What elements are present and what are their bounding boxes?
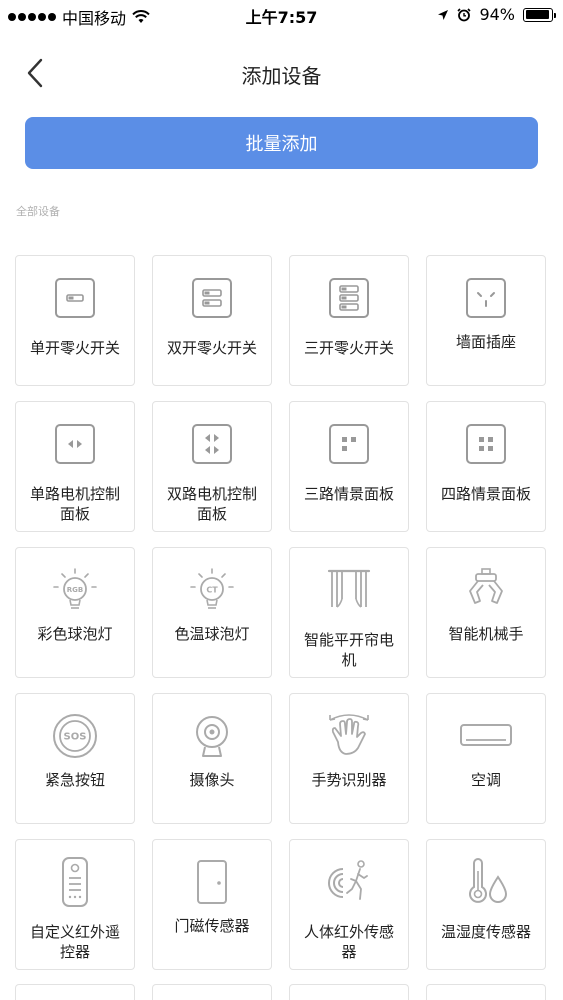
device-label: 单路电机控制面板 bbox=[29, 485, 120, 523]
device-label: 三开零火开关 bbox=[303, 339, 394, 357]
device-label: 双路电机控制面板 bbox=[166, 485, 257, 523]
device-card-robot-claw[interactable]: 智能机械手 bbox=[426, 547, 546, 678]
device-card-ir-remote[interactable]: 自定义红外遥控器 bbox=[15, 839, 135, 970]
four-scene-panel-icon bbox=[466, 424, 506, 464]
device-card-three-scene-panel[interactable]: 三路情景面板 bbox=[289, 401, 409, 532]
device-label: 双开零火开关 bbox=[166, 339, 257, 357]
device-card-air-conditioner[interactable]: 空调 bbox=[426, 693, 546, 824]
device-card-single-switch[interactable]: 单开零火开关 bbox=[15, 255, 135, 386]
device-card-camera[interactable]: 摄像头 bbox=[152, 693, 272, 824]
robot-claw-icon bbox=[469, 568, 503, 604]
battery-percent: 94% bbox=[479, 5, 515, 24]
gesture-sensor-icon bbox=[329, 714, 369, 755]
camera-icon bbox=[196, 716, 228, 757]
device-card-partial[interactable] bbox=[15, 984, 135, 1000]
device-card-wall-socket[interactable]: 墙面插座 bbox=[426, 255, 546, 386]
device-card-triple-switch[interactable]: 三开零火开关 bbox=[289, 255, 409, 386]
device-label: 门磁传感器 bbox=[174, 917, 250, 935]
device-label: 空调 bbox=[470, 771, 501, 789]
device-label: 人体红外传感器 bbox=[303, 923, 394, 961]
curtain-motor-icon bbox=[327, 569, 371, 608]
device-label: 智能机械手 bbox=[448, 625, 524, 643]
device-label: 色温球泡灯 bbox=[174, 625, 250, 643]
double-motor-panel-icon bbox=[192, 424, 232, 464]
device-label: 手势识别器 bbox=[311, 771, 387, 789]
device-card-rgb-bulb[interactable]: RGB 彩色球泡灯 bbox=[15, 547, 135, 678]
device-card-double-motor-panel[interactable]: 双路电机控制面板 bbox=[152, 401, 272, 532]
device-card-curtain-motor[interactable]: 智能平开帘电机 bbox=[289, 547, 409, 678]
device-card-single-motor-panel[interactable]: 单路电机控制面板 bbox=[15, 401, 135, 532]
device-label: 紧急按钮 bbox=[44, 771, 105, 789]
device-label: 单开零火开关 bbox=[29, 339, 120, 357]
device-card-double-switch[interactable]: 双开零火开关 bbox=[152, 255, 272, 386]
battery-icon bbox=[523, 7, 556, 22]
battery-level-fill bbox=[525, 10, 549, 19]
device-label: 智能平开帘电机 bbox=[303, 631, 394, 669]
device-label: 墙面插座 bbox=[455, 333, 516, 351]
device-grid-next-row bbox=[15, 984, 548, 1000]
svg-text:RGB: RGB bbox=[67, 586, 83, 594]
device-card-partial[interactable] bbox=[152, 984, 272, 1000]
svg-text:CT: CT bbox=[206, 586, 218, 595]
device-card-sos-button[interactable]: SOS 紧急按钮 bbox=[15, 693, 135, 824]
device-label: 四路情景面板 bbox=[440, 485, 531, 503]
device-label: 自定义红外遥控器 bbox=[29, 923, 120, 961]
single-motor-panel-icon bbox=[55, 424, 95, 464]
device-label: 温湿度传感器 bbox=[440, 923, 531, 941]
ct-bulb-icon: CT bbox=[190, 568, 234, 609]
double-switch-icon bbox=[192, 278, 232, 318]
rgb-bulb-icon: RGB bbox=[53, 568, 97, 609]
page-title: 添加设备 bbox=[241, 64, 322, 88]
single-switch-icon bbox=[55, 278, 95, 318]
svg-text:SOS: SOS bbox=[64, 732, 87, 743]
triple-switch-icon bbox=[329, 278, 369, 318]
device-label: 摄像头 bbox=[189, 771, 235, 789]
air-conditioner-icon bbox=[460, 724, 512, 746]
nav-bar: 添加设备 bbox=[0, 48, 563, 98]
device-grid: 单开零火开关 双开零火开关 三开零火开关 墙面插座 单路电机控制面板 双路电机控… bbox=[15, 255, 548, 970]
batch-add-button[interactable]: 批量添加 bbox=[25, 117, 538, 169]
status-bar: 中国移动 上午7:57 94% bbox=[0, 0, 563, 30]
section-label: 全部设备 bbox=[16, 205, 60, 218]
location-arrow-icon bbox=[438, 9, 449, 20]
device-card-four-scene-panel[interactable]: 四路情景面板 bbox=[426, 401, 546, 532]
device-card-partial[interactable] bbox=[289, 984, 409, 1000]
alarm-clock-icon bbox=[457, 7, 472, 21]
device-card-partial[interactable] bbox=[426, 984, 546, 1000]
temp-humidity-sensor-icon bbox=[469, 858, 508, 903]
door-sensor-icon bbox=[197, 860, 227, 904]
device-card-ct-bulb[interactable]: CT 色温球泡灯 bbox=[152, 547, 272, 678]
device-card-temp-humidity-sensor[interactable]: 温湿度传感器 bbox=[426, 839, 546, 970]
device-label: 彩色球泡灯 bbox=[37, 625, 113, 643]
ir-remote-icon bbox=[62, 857, 88, 907]
wall-socket-icon bbox=[466, 278, 506, 318]
device-label: 三路情景面板 bbox=[303, 485, 394, 503]
device-card-motion-sensor[interactable]: 人体红外传感器 bbox=[289, 839, 409, 970]
device-card-gesture-sensor[interactable]: 手势识别器 bbox=[289, 693, 409, 824]
sos-button-icon: SOS bbox=[53, 714, 97, 758]
motion-sensor-icon bbox=[328, 860, 368, 900]
status-right: 94% bbox=[437, 5, 556, 24]
device-card-door-sensor[interactable]: 门磁传感器 bbox=[152, 839, 272, 970]
three-scene-panel-icon bbox=[329, 424, 369, 464]
